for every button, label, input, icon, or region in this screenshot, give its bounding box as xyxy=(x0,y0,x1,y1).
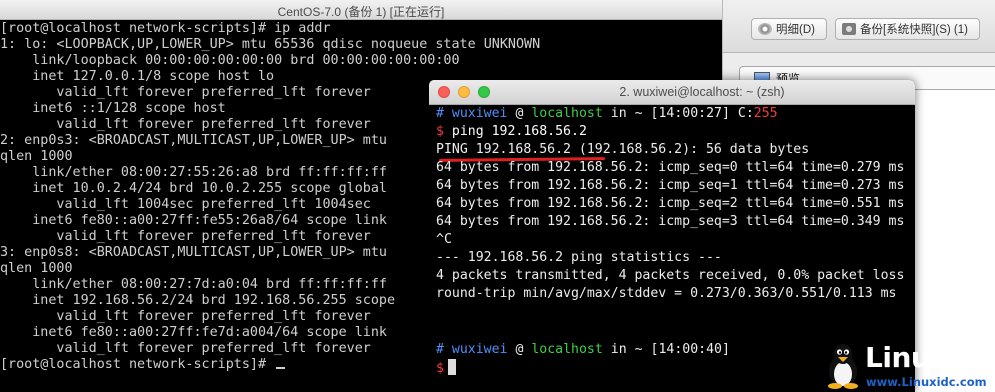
console-line: inet 127.0.0.1/8 scope host lo xyxy=(0,69,275,84)
console-line: valid_lft forever preferred_lft forever xyxy=(0,85,371,100)
console-line: valid_lft forever preferred_lft forever xyxy=(0,229,371,244)
watermark-suffix: 公社 xyxy=(952,354,988,375)
prompt-path: ~ xyxy=(634,106,643,121)
prompt-host: localhost xyxy=(531,342,603,357)
final-prompt: $ xyxy=(436,361,444,376)
command-prompt: $ xyxy=(436,124,444,139)
vm-titlebar[interactable]: CentOS-7.0 (备份 1) [正在运行] xyxy=(0,0,722,20)
prompt-line: # wuxiwei @ localhost in ~ [14:00:27] C:… xyxy=(436,105,778,123)
prompt-hash: # xyxy=(436,342,444,357)
tux-penguin-icon xyxy=(828,344,858,389)
console-line: valid_lft 1004sec preferred_lft 1004sec xyxy=(0,197,371,212)
prompt-user: wuxiwei xyxy=(451,106,508,121)
prompt-path: ~ xyxy=(634,342,643,357)
prompt-exit-label: C: xyxy=(737,106,754,121)
prompt-user: wuxiwei xyxy=(451,342,508,357)
prompt-host: localhost xyxy=(531,106,603,121)
close-button[interactable] xyxy=(438,86,450,98)
console-line: qlen 1000 xyxy=(0,149,73,164)
console-line: link/ether 08:00:27:55:26:a8 brd ff:ff:f… xyxy=(0,165,387,180)
console-line: valid_lft forever preferred_lft forever xyxy=(0,341,371,356)
console-line: inet 10.0.2.4/24 brd 10.0.2.255 scope gl… xyxy=(0,181,387,196)
discard-button-label: 明细(D) xyxy=(776,24,815,36)
terminal-title: 2. wuxiwei@localhost: ~ (zsh) xyxy=(619,85,785,99)
console-cursor xyxy=(276,367,286,369)
minimize-button[interactable] xyxy=(458,86,470,98)
output-line: round-trip min/avg/max/stddev = 0.273/0.… xyxy=(436,286,897,301)
prompt-in: in xyxy=(610,106,627,121)
output-line: 64 bytes from 192.168.56.2: icmp_seq=2 t… xyxy=(436,196,905,211)
output-line: 64 bytes from 192.168.56.2: icmp_seq=3 t… xyxy=(436,214,905,229)
console-line: valid_lft forever preferred_lft forever xyxy=(0,309,371,324)
output-line: PING 192.168.56.2 (192.168.56.2): 56 dat… xyxy=(436,142,810,157)
prompt-at: @ xyxy=(515,106,524,121)
console-line: 1: lo: <LOOPBACK,UP,LOWER_UP> mtu 65536 … xyxy=(0,37,541,52)
output-line: 4 packets transmitted, 4 packets receive… xyxy=(436,268,905,283)
output-line: 64 bytes from 192.168.56.2: icmp_seq=0 t… xyxy=(436,160,905,175)
snapshot-button[interactable]: 备份[系统快照](S) (1) xyxy=(835,18,980,40)
input-line[interactable]: $ xyxy=(436,359,456,378)
command-line: $ ping 192.168.56.2 xyxy=(436,123,587,141)
console-line: inet6 fe80::a00:27ff:fe55:26a8/64 scope … xyxy=(0,213,387,228)
console-line: [root@localhost network-scripts]# ip add… xyxy=(0,21,331,36)
output-line: ^C xyxy=(436,232,452,247)
discard-icon xyxy=(758,23,772,35)
camera-icon xyxy=(842,23,856,35)
console-line: inet6 ::1/128 scope host xyxy=(0,101,226,116)
console-line: link/loopback 00:00:00:00:00:00 brd 00:0… xyxy=(0,53,460,68)
watermark-url: www.Linuxidc.com xyxy=(866,375,987,389)
command-text: ping 192.168.56.2 xyxy=(451,124,587,139)
console-line: [root@localhost network-scripts]# xyxy=(0,357,286,373)
console-line: qlen 1000 xyxy=(0,261,73,276)
console-line: 3: enp0s8: <BROADCAST,MULTICAST,UP,LOWER… xyxy=(0,245,387,260)
discard-button[interactable]: 明细(D) xyxy=(751,18,827,40)
output-line: 64 bytes from 192.168.56.2: icmp_seq=1 t… xyxy=(436,178,905,193)
prompt-in: in xyxy=(610,342,627,357)
vbox-toolbar: 明细(D) 备份[系统快照](S) (1) xyxy=(723,0,995,53)
console-line: link/ether 08:00:27:7d:a0:04 brd ff:ff:f… xyxy=(0,277,387,292)
console-line: valid_lft forever preferred_lft forever xyxy=(0,117,371,132)
text-cursor xyxy=(447,359,456,375)
prompt-exit-code: 255 xyxy=(753,106,778,121)
console-line: inet6 fe80::a00:27ff:fe7d:a004/64 scope … xyxy=(0,325,387,340)
prompt-at: @ xyxy=(515,342,524,357)
watermark-brand: Linux xyxy=(865,341,948,374)
output-line: --- 192.168.56.2 ping statistics --- xyxy=(436,250,722,265)
console-line: inet 192.168.56.2/24 brd 192.168.56.255 … xyxy=(0,293,396,308)
prompt-time: [14:00:40] xyxy=(650,342,730,357)
prompt-hash: # xyxy=(436,106,444,121)
prompt-line: # wuxiwei @ localhost in ~ [14:00:40] xyxy=(436,341,730,359)
snapshot-button-label: 备份[系统快照](S) (1) xyxy=(860,24,968,36)
console-line: 2: enp0s3: <BROADCAST,MULTICAST,UP,LOWER… xyxy=(0,133,387,148)
watermark: Linux 公社 www.Linuxidc.com xyxy=(818,340,995,392)
prompt-time: [14:00:27] xyxy=(650,106,730,121)
terminal-titlebar[interactable]: 2. wuxiwei@localhost: ~ (zsh) xyxy=(429,80,915,105)
vm-window-title: CentOS-7.0 (备份 1) [正在运行] xyxy=(277,5,445,19)
